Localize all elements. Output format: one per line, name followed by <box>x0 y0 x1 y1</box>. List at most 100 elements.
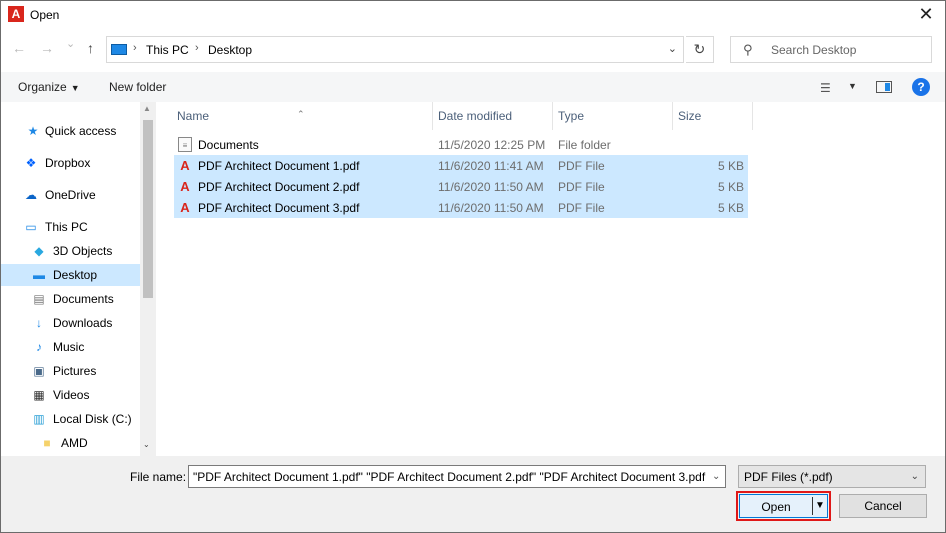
pdf-file-icon: A <box>180 179 190 194</box>
open-button[interactable]: Open ▼ <box>739 494 828 518</box>
search-icon: ⚲ <box>743 42 753 57</box>
file-name-field[interactable]: "PDF Architect Document 1.pdf" "PDF Arch… <box>188 465 726 488</box>
dialog-footer: File name: "PDF Architect Document 1.pdf… <box>0 456 946 533</box>
pdf-file-icon: A <box>180 200 190 215</box>
scroll-up-icon[interactable]: ▲ <box>143 104 151 113</box>
address-row: ← → ⌄ ↑ › This PC › Desktop ⌄ ↻ ⚲ Search… <box>0 34 946 66</box>
nav-item-desktop[interactable]: ▬ Desktop <box>0 264 140 286</box>
file-row-pdf-1[interactable]: A PDF Architect Document 1.pdf 11/6/2020… <box>174 155 748 176</box>
file-type: File folder <box>558 138 611 152</box>
search-input[interactable]: ⚲ Search Desktop <box>730 36 932 63</box>
navigation-scrollbar[interactable]: ▲ ⌄ <box>140 102 156 456</box>
nav-item-label: Documents <box>53 292 114 306</box>
file-type: PDF File <box>558 201 605 215</box>
close-icon: ✕ <box>918 4 934 24</box>
breadcrumb-separator[interactable]: › <box>195 42 199 54</box>
column-header-size[interactable]: Size <box>672 102 752 130</box>
folder-icon: ■ <box>43 436 51 450</box>
desktop-icon: ▬ <box>33 268 45 282</box>
nav-item-documents[interactable]: ▤ Documents <box>0 288 140 310</box>
music-note-icon: ♪ <box>36 340 42 354</box>
open-button-label: Open <box>761 500 791 514</box>
nav-item-pictures[interactable]: ▣ Pictures <box>0 360 140 382</box>
recent-locations-icon[interactable]: ⌄ <box>66 37 75 50</box>
file-date: 11/6/2020 11:50 AM <box>438 201 544 215</box>
nav-item-videos[interactable]: ▦ Videos <box>0 384 140 406</box>
back-arrow-icon[interactable]: ← <box>12 40 26 56</box>
sort-ascending-icon: ⌃ <box>297 109 305 119</box>
file-name: PDF Architect Document 3.pdf <box>198 201 360 215</box>
file-name: Documents <box>198 138 259 152</box>
command-toolbar: Organize ▼ New folder ☰ ▼ ? <box>0 72 946 102</box>
address-bar[interactable]: › This PC › Desktop ⌄ <box>106 36 684 63</box>
3d-objects-icon: ◆ <box>34 244 44 258</box>
file-type: PDF File <box>558 159 605 173</box>
nav-item-3d-objects[interactable]: ◆ 3D Objects <box>0 240 140 262</box>
nav-item-label: 3D Objects <box>53 244 113 258</box>
column-divider[interactable] <box>752 102 753 130</box>
pdf-file-icon: A <box>180 158 190 173</box>
organize-button[interactable]: Organize ▼ <box>18 80 80 94</box>
refresh-button[interactable]: ↻ <box>686 36 714 63</box>
new-folder-button[interactable]: New folder <box>109 80 166 94</box>
nav-item-label: Dropbox <box>45 156 91 170</box>
breadcrumb-this-pc[interactable]: This PC <box>146 43 189 57</box>
nav-item-label: Pictures <box>53 364 97 378</box>
scroll-down-icon[interactable]: ⌄ <box>143 440 150 449</box>
file-name-history-chevron-icon[interactable]: ⌄ <box>712 471 720 482</box>
nav-item-quick-access[interactable]: ★ Quick access <box>0 120 140 142</box>
nav-item-label: Local Disk (C:) <box>53 412 132 426</box>
nav-item-label: AMD <box>61 436 88 450</box>
file-type-select[interactable]: PDF Files (*.pdf) ⌄ <box>738 465 926 488</box>
help-icon[interactable]: ? <box>912 78 930 96</box>
file-row-documents[interactable]: ≡ Documents 11/5/2020 12:25 PM File fold… <box>174 134 748 155</box>
file-date: 11/6/2020 11:50 AM <box>438 180 544 194</box>
breadcrumb-desktop[interactable]: Desktop <box>208 43 252 57</box>
chevron-down-icon: ▼ <box>70 83 80 93</box>
change-view-icon[interactable]: ☰ <box>820 81 831 95</box>
documents-icon: ▤ <box>33 292 45 306</box>
close-button[interactable]: ✕ <box>914 4 938 26</box>
file-list: Name ⌃ Date modified Type Size ≡ Documen… <box>156 102 946 456</box>
column-header-date[interactable]: Date modified <box>432 102 552 130</box>
file-size: 5 KB <box>717 201 744 215</box>
up-arrow-icon[interactable]: ↑ <box>87 40 94 56</box>
videos-film-icon: ▦ <box>33 388 45 402</box>
dropbox-icon: ❖ <box>25 156 37 170</box>
view-options-chevron-icon[interactable]: ▼ <box>848 81 857 91</box>
scrollbar-thumb[interactable] <box>143 120 153 298</box>
nav-item-label: Videos <box>53 388 90 402</box>
navigation-pane: ★ Quick access ❖ Dropbox ☁ OneDrive ▭ Th… <box>0 102 156 456</box>
file-row-pdf-2[interactable]: A PDF Architect Document 2.pdf 11/6/2020… <box>174 176 748 197</box>
nav-item-local-disk[interactable]: ▥ Local Disk (C:) <box>0 408 140 430</box>
nav-item-dropbox[interactable]: ❖ Dropbox <box>0 152 140 174</box>
cancel-button[interactable]: Cancel <box>839 494 927 518</box>
file-date: 11/5/2020 12:25 PM <box>438 138 546 152</box>
file-name: PDF Architect Document 1.pdf <box>198 159 360 173</box>
column-header-label: Name <box>177 109 210 123</box>
column-header-name[interactable]: Name ⌃ <box>171 102 433 130</box>
downloads-arrow-icon: ↓ <box>36 316 42 330</box>
pictures-icon: ▣ <box>33 364 45 378</box>
window-title: Open <box>30 8 60 22</box>
file-name-label: File name: <box>130 470 187 484</box>
forward-arrow-icon[interactable]: → <box>40 40 54 56</box>
document-folder-icon: ≡ <box>178 137 192 152</box>
nav-item-label: Desktop <box>53 268 98 282</box>
nav-item-downloads[interactable]: ↓ Downloads <box>0 312 140 334</box>
preview-pane-icon[interactable] <box>876 81 892 93</box>
column-header-type[interactable]: Type <box>552 102 672 130</box>
open-options-chevron-icon[interactable]: ▼ <box>815 500 825 511</box>
nav-item-this-pc[interactable]: ▭ This PC <box>0 216 140 238</box>
file-type-value: PDF Files (*.pdf) <box>744 470 833 484</box>
address-dropdown-icon[interactable]: ⌄ <box>668 42 677 55</box>
file-row-pdf-3[interactable]: A PDF Architect Document 3.pdf 11/6/2020… <box>174 197 748 218</box>
nav-item-label: OneDrive <box>45 188 96 202</box>
nav-item-amd[interactable]: ■ AMD <box>0 432 140 454</box>
file-type: PDF File <box>558 180 605 194</box>
split-divider <box>812 497 813 515</box>
nav-item-music[interactable]: ♪ Music <box>0 336 140 358</box>
breadcrumb-separator[interactable]: › <box>133 42 137 54</box>
nav-item-onedrive[interactable]: ☁ OneDrive <box>0 184 140 206</box>
onedrive-cloud-icon: ☁ <box>25 188 37 202</box>
